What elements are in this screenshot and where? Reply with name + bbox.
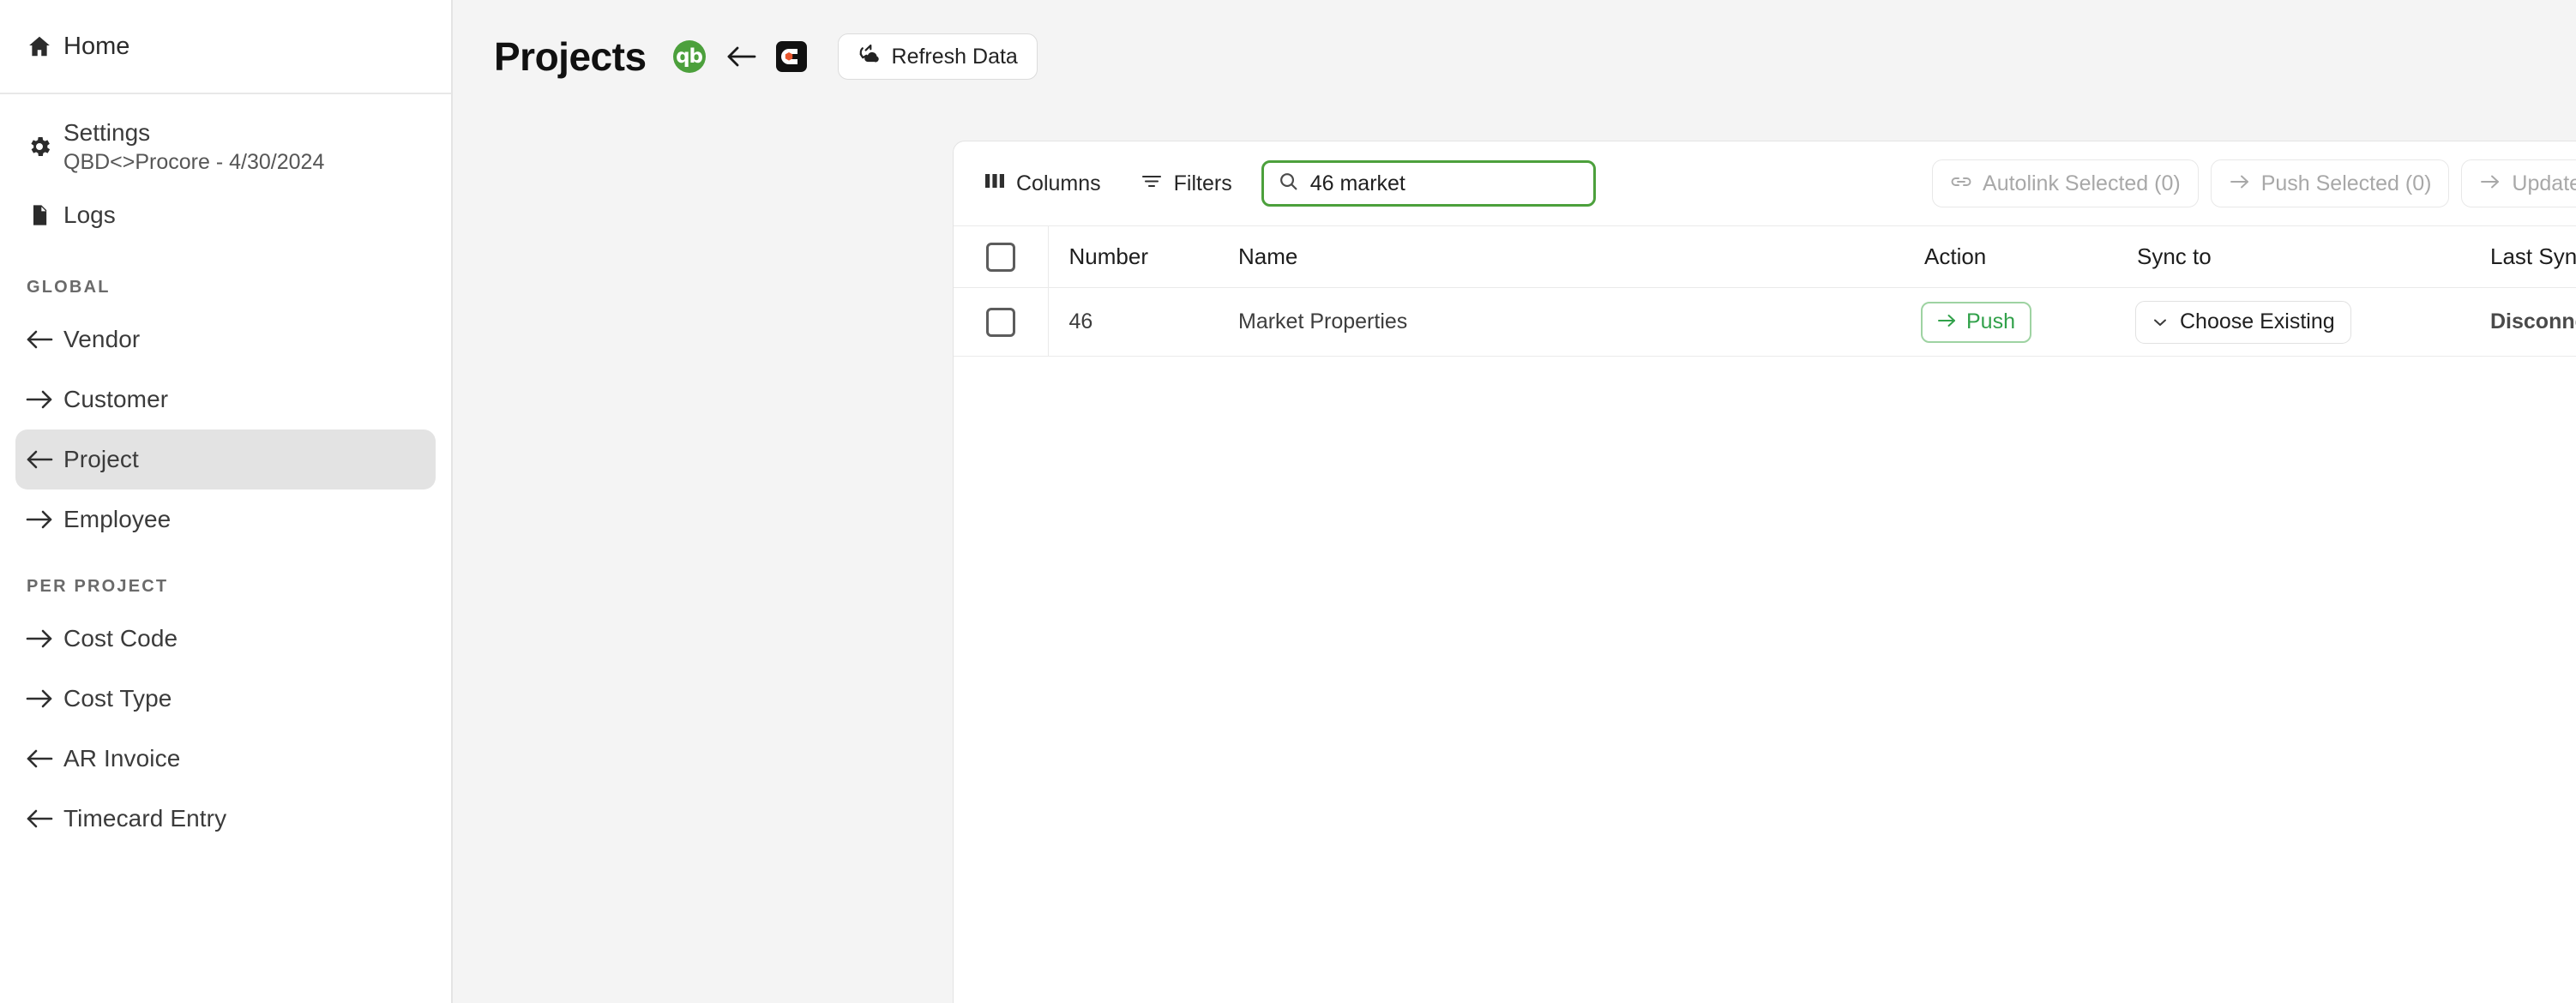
update-selected-label: Update Selected (0) (2512, 171, 2576, 195)
arrow-left-icon (15, 329, 63, 350)
filters-label: Filters (1173, 171, 1232, 195)
push-selected-label: Push Selected (0) (2260, 171, 2432, 195)
choose-existing-dropdown[interactable]: Choose Existing (2135, 300, 2351, 344)
arrow-right-icon (2479, 171, 2501, 196)
gear-icon (15, 134, 63, 159)
sidebar-item-logs[interactable]: Logs (0, 183, 451, 247)
sidebar-item-label: AR Invoice (63, 745, 181, 772)
arrow-right-icon (15, 688, 63, 709)
select-all-checkbox[interactable] (985, 242, 1015, 272)
table-header: Number Name Action Sync to Last Sync Las… (954, 225, 2576, 288)
sidebar-item-cost-type[interactable]: Cost Type (0, 669, 451, 729)
autolink-selected-label: Autolink Selected (0) (1983, 171, 2181, 195)
quickbooks-icon: qb (672, 40, 706, 73)
refresh-data-button[interactable]: Refresh Data (837, 33, 1038, 80)
cell-sync-to: Choose Existing (2116, 287, 2470, 357)
cell-name: Market Properties (1218, 287, 1904, 357)
app-root: Home Settings QBD<>Procore - 4/30/2024 L… (0, 0, 2576, 1003)
procore-icon (775, 41, 807, 72)
search-box[interactable] (1261, 160, 1596, 207)
main-content: Projects qb Refresh Data Columns Filters… (453, 0, 2576, 1003)
table-empty-area (954, 357, 2576, 1003)
quickbooks-icon-text: qb (676, 45, 703, 68)
bulk-action-buttons: Autolink Selected (0) Push Selected (0) … (1932, 159, 2576, 207)
filter-icon (1141, 171, 1163, 196)
cell-number: 46 (1048, 287, 1218, 357)
table-toolbar: Columns Filters 46 market Autolink Selec… (954, 141, 2576, 225)
sidebar-item-label: Logs (63, 201, 116, 228)
column-header-last-sync[interactable]: Last Sync (2470, 225, 2576, 288)
sidebar-item-vendor[interactable]: Vendor (0, 309, 451, 369)
sidebar-item-label: Vendor (63, 326, 141, 352)
table-body: 46 Market Properties Push Choose Existin… (954, 287, 2576, 357)
update-selected-button[interactable]: Update Selected (0) (2461, 159, 2576, 207)
page-header: Projects qb Refresh Data (453, 0, 2576, 82)
arrow-right-icon (15, 509, 63, 530)
sidebar-item-label: Project (63, 446, 139, 472)
arrow-right-icon (15, 389, 63, 410)
select-all-header (954, 225, 1048, 288)
sidebar-item-label: Cost Type (63, 685, 172, 712)
column-header-action[interactable]: Action (1904, 225, 2116, 288)
status-badge: Disconnected (2490, 309, 2576, 333)
cell-last-sync: Disconnected (2470, 287, 2576, 357)
columns-label: Columns (1016, 171, 1101, 195)
sidebar-item-home[interactable]: Home (0, 0, 451, 93)
arrow-left-icon (15, 808, 63, 829)
link-icon (1950, 171, 1972, 196)
page-title: Projects (494, 34, 647, 79)
document-icon (15, 203, 63, 227)
search-input[interactable] (1309, 171, 1580, 196)
column-header-number[interactable]: Number (1048, 225, 1218, 288)
push-row-button[interactable]: Push (1921, 301, 2031, 343)
table-header-row: Number Name Action Sync to Last Sync Las… (954, 225, 2576, 288)
push-row-label: Push (1966, 309, 2015, 333)
sidebar-item-customer[interactable]: Customer (0, 369, 451, 429)
arrow-right-icon (15, 628, 63, 649)
arrow-left-icon (725, 45, 757, 68)
sidebar-item-cost-code[interactable]: Cost Code (0, 609, 451, 669)
arrow-right-icon (2229, 171, 2251, 196)
home-icon (15, 33, 63, 59)
sidebar-item-label: Cost Code (63, 625, 178, 652)
arrow-left-icon (15, 449, 63, 470)
sidebar-group-title-per-project: PER PROJECT (27, 577, 169, 596)
sidebar-item-employee[interactable]: Employee (0, 489, 451, 550)
sidebar-group-title-global: GLOBAL (27, 278, 111, 297)
choose-existing-label: Choose Existing (2180, 309, 2335, 333)
sidebar: Home Settings QBD<>Procore - 4/30/2024 L… (0, 0, 453, 1003)
arrow-left-icon (15, 748, 63, 769)
cloud-sync-icon (858, 42, 881, 71)
projects-table-card: Columns Filters 46 market Autolink Selec… (953, 141, 2576, 1003)
sidebar-item-timecard-entry[interactable]: Timecard Entry (0, 789, 451, 849)
sidebar-item-label: Home (63, 32, 130, 60)
columns-icon (984, 171, 1005, 196)
projects-table: Number Name Action Sync to Last Sync Las… (954, 225, 2576, 357)
cell-action: Push (1904, 287, 2116, 357)
column-header-name[interactable]: Name (1218, 225, 1904, 288)
search-icon (1278, 171, 1299, 196)
row-select-cell (954, 287, 1048, 357)
sidebar-item-ar-invoice[interactable]: AR Invoice (0, 729, 451, 789)
column-header-sync-to[interactable]: Sync to (2116, 225, 2470, 288)
push-selected-button[interactable]: Push Selected (0) (2210, 159, 2450, 207)
sidebar-item-label: Timecard Entry (63, 805, 227, 832)
sidebar-settings-label: Settings (63, 119, 151, 147)
sidebar-settings-sublabel: QBD<>Procore - 4/30/2024 (63, 149, 325, 174)
sidebar-item-project[interactable]: Project (15, 429, 436, 489)
table-row[interactable]: 46 Market Properties Push Choose Existin… (954, 287, 2576, 357)
filters-button[interactable]: Filters (1130, 165, 1243, 203)
sidebar-settings-block: Settings QBD<>Procore - 4/30/2024 Logs (0, 94, 451, 250)
arrow-right-icon (1937, 309, 1958, 334)
row-checkbox[interactable] (985, 307, 1015, 337)
sidebar-item-label: Employee (63, 506, 172, 532)
sidebar-item-label: Customer (63, 386, 169, 412)
sidebar-item-settings[interactable]: Settings QBD<>Procore - 4/30/2024 (0, 110, 451, 183)
autolink-selected-button[interactable]: Autolink Selected (0) (1932, 159, 2199, 207)
columns-button[interactable]: Columns (974, 165, 1111, 203)
chevron-down-icon (2152, 309, 2169, 334)
refresh-data-label: Refresh Data (891, 44, 1018, 69)
